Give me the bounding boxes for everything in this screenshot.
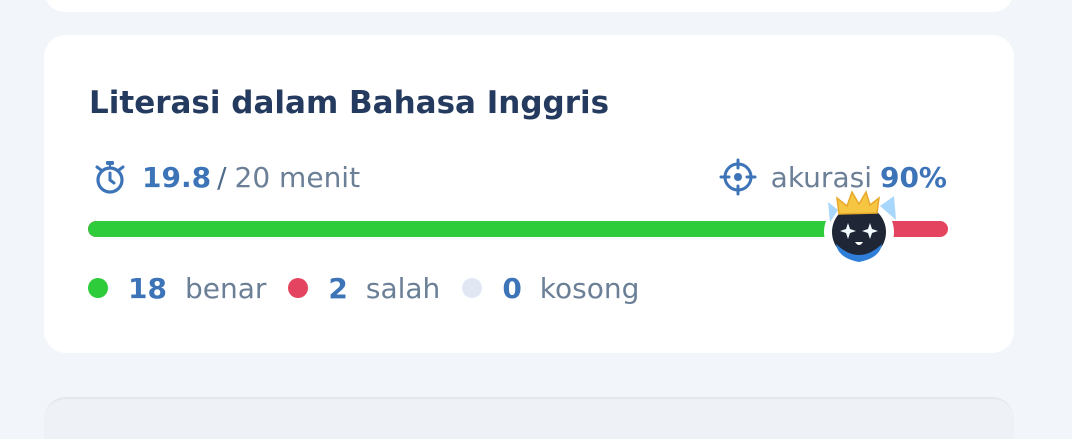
correct-dot	[88, 278, 108, 298]
time-separator: /	[217, 160, 227, 194]
wrong-count: 2	[328, 271, 348, 305]
empty-label: kosong	[539, 271, 640, 305]
time-spent-value: 19.8	[142, 160, 212, 194]
next-card	[44, 397, 1014, 439]
subtest-result-card[interactable]: Literasi dalam Bahasa Inggris 19.8 / 20 …	[44, 35, 1014, 353]
correct-label: benar	[184, 271, 267, 305]
legend-wrong: 2 salah	[288, 272, 440, 305]
time-total-label: 20 menit	[234, 160, 361, 194]
answer-legend: 18 benar 2 salah 0 kosong	[88, 267, 661, 309]
wrong-dot	[288, 278, 309, 298]
target-crosshair-icon	[719, 158, 757, 196]
legend-empty: 0 kosong	[462, 272, 639, 305]
time-stat: 19.8 / 20 menit	[92, 157, 360, 197]
legend-correct: 18 benar	[88, 272, 266, 305]
empty-dot	[462, 278, 483, 298]
correct-count: 18	[128, 271, 167, 305]
subtest-title: Literasi dalam Bahasa Inggris	[89, 85, 610, 121]
wrong-label: salah	[365, 271, 441, 305]
empty-count: 0	[502, 271, 522, 305]
mascot-with-crown-icon	[824, 190, 896, 265]
stopwatch-icon	[95, 161, 125, 194]
correct-progress-fill	[88, 221, 862, 237]
previous-card	[44, 0, 1014, 12]
